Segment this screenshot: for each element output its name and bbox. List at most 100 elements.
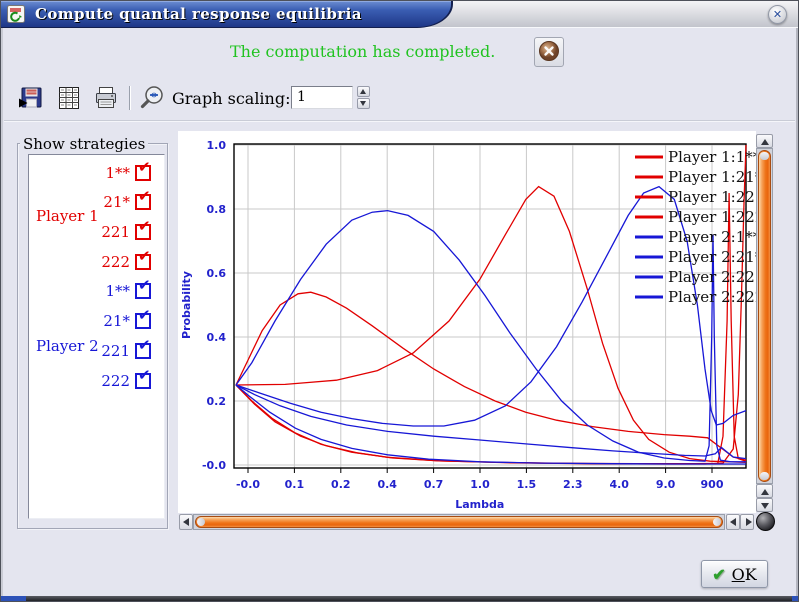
- check-icon: [138, 217, 151, 235]
- legend-label: Player 2:21*: [668, 248, 756, 266]
- vertical-scroll-track[interactable]: [756, 148, 773, 484]
- app-icon: [7, 5, 25, 23]
- svg-text:0.4: 0.4: [207, 331, 227, 344]
- strategy-label: 1**: [105, 164, 130, 182]
- legend-label: Player 2:221: [668, 268, 756, 286]
- svg-text:1.0: 1.0: [207, 139, 227, 152]
- strategy-checkbox[interactable]: [135, 165, 151, 181]
- horizontal-scroll-thumb[interactable]: [195, 516, 723, 528]
- y-tick-labels: 1.00.80.60.40.2-0.0: [202, 139, 226, 472]
- svg-text:0.2: 0.2: [331, 478, 351, 491]
- svg-text:1.5: 1.5: [517, 478, 537, 491]
- strategy-label: 222: [101, 372, 130, 390]
- scroll-down-icon[interactable]: [756, 498, 773, 512]
- stop-sphere-icon: [537, 39, 561, 63]
- scroll-up-icon[interactable]: [756, 484, 773, 498]
- scroll-right-icon[interactable]: [740, 514, 754, 530]
- strategy-checkbox[interactable]: [135, 343, 151, 359]
- ok-check-icon: ✔: [712, 565, 725, 584]
- check-icon: [138, 276, 151, 294]
- view-data-table-icon[interactable]: [56, 85, 82, 111]
- stop-button[interactable]: [534, 37, 564, 67]
- horizontal-scrollbar[interactable]: [179, 514, 755, 531]
- horizontal-scroll-track[interactable]: [193, 514, 725, 530]
- legend-label: Player 2:222: [668, 288, 756, 306]
- svg-text:0.4: 0.4: [377, 478, 397, 491]
- ok-button[interactable]: ✔OK: [701, 560, 768, 588]
- strategy-label: 21*: [103, 312, 130, 330]
- zoom-fit-icon[interactable]: [139, 85, 168, 111]
- svg-text:0.7: 0.7: [424, 478, 444, 491]
- strategy-row: 221: [29, 340, 164, 364]
- scroll-left-icon[interactable]: [726, 514, 740, 530]
- window-corner-left[interactable]: [1, 596, 26, 601]
- x-axis-title: Lambda: [455, 498, 504, 511]
- spinner-up-icon[interactable]: [357, 86, 370, 97]
- strategy-row: 1**: [29, 280, 164, 304]
- graph-scaling-spinner: [357, 86, 370, 110]
- svg-text:2.3: 2.3: [563, 478, 583, 491]
- graph-scaling-input[interactable]: 1: [291, 86, 353, 109]
- check-icon: [138, 336, 151, 354]
- svg-text:1.0: 1.0: [470, 478, 490, 491]
- vertical-scroll-thumb[interactable]: [758, 150, 771, 482]
- toolbar-separator: [129, 86, 130, 110]
- qre-chart: -0.0 0.1 0.2 0.4 0.7 1.0 1.5 2.3 4.0 9.0 900 1.0 0.8…: [178, 131, 756, 513]
- save-icon[interactable]: [18, 85, 44, 111]
- legend-label: Player 2:1**: [668, 228, 756, 246]
- strategy-row: 21*: [29, 191, 164, 215]
- window-title: Compute quantal response equilibria: [35, 5, 362, 23]
- scroll-left-icon[interactable]: [179, 514, 193, 530]
- strategy-row: 222: [29, 370, 164, 394]
- strategy-label: 221: [101, 342, 130, 360]
- check-icon: [138, 158, 151, 176]
- strategy-row: 21*: [29, 310, 164, 334]
- strategy-row: 221: [29, 221, 164, 245]
- resize-knob[interactable]: [756, 512, 775, 531]
- check-icon: [138, 366, 151, 384]
- print-icon[interactable]: [93, 85, 119, 111]
- graph-scaling-value: 1: [297, 89, 306, 105]
- x-tick-labels: -0.0 0.1 0.2 0.4 0.7 1.0 1.5 2.3 4.0 9.0 900: [236, 478, 724, 491]
- strategy-checkbox[interactable]: [135, 313, 151, 329]
- series-line: [236, 385, 746, 459]
- strategy-row: 222: [29, 251, 164, 275]
- legend: Player 1:1**Player 1:21*Player 1:221Play…: [635, 148, 756, 306]
- strategy-label: 1**: [105, 282, 130, 300]
- y-axis-title: Probability: [180, 271, 193, 339]
- svg-text:0.8: 0.8: [207, 203, 227, 216]
- groupbox-title: Show strategies: [20, 135, 148, 153]
- strategy-checkbox[interactable]: [135, 194, 151, 210]
- ok-label: O: [732, 565, 745, 584]
- close-icon[interactable]: [768, 5, 787, 24]
- strategy-checkbox[interactable]: [135, 224, 151, 240]
- strategy-checkbox[interactable]: [135, 373, 151, 389]
- qre-chart-panel[interactable]: -0.0 0.1 0.2 0.4 0.7 1.0 1.5 2.3 4.0 9.0 900 1.0 0.8…: [178, 131, 756, 513]
- scroll-up-icon[interactable]: [756, 134, 773, 148]
- legend-label: Player 1:21*: [668, 168, 756, 186]
- graph-scaling-label: Graph scaling:: [172, 89, 290, 108]
- strategy-label: 221: [101, 223, 130, 241]
- svg-text:4.0: 4.0: [609, 478, 629, 491]
- toolbar-divider: [4, 120, 795, 122]
- svg-text:9.0: 9.0: [656, 478, 676, 491]
- strategy-checkbox[interactable]: [135, 283, 151, 299]
- title-bar[interactable]: Compute quantal response equilibria: [1, 1, 798, 28]
- vertical-scrollbar[interactable]: [756, 134, 773, 512]
- strategies-list: Player 1 Player 2 1** 21* 221 222 1** 21…: [28, 154, 165, 519]
- strategy-checkbox[interactable]: [135, 254, 151, 270]
- legend-label: Player 1:1**: [668, 148, 756, 166]
- svg-text:900: 900: [701, 478, 724, 491]
- spinner-down-icon[interactable]: [357, 98, 370, 109]
- check-icon: [138, 187, 151, 205]
- window-bottom-edge: [1, 596, 798, 601]
- status-message: The computation has completed.: [230, 42, 495, 61]
- svg-text:-0.0: -0.0: [202, 459, 226, 472]
- x-tick-marks: [248, 468, 712, 473]
- strategy-label: 21*: [103, 193, 130, 211]
- svg-text:-0.0: -0.0: [236, 478, 260, 491]
- qre-dialog-window: Compute quantal response equilibria The …: [0, 0, 799, 602]
- svg-text:0.1: 0.1: [285, 478, 305, 491]
- window-corner-right[interactable]: [792, 596, 798, 601]
- check-icon: [138, 247, 151, 265]
